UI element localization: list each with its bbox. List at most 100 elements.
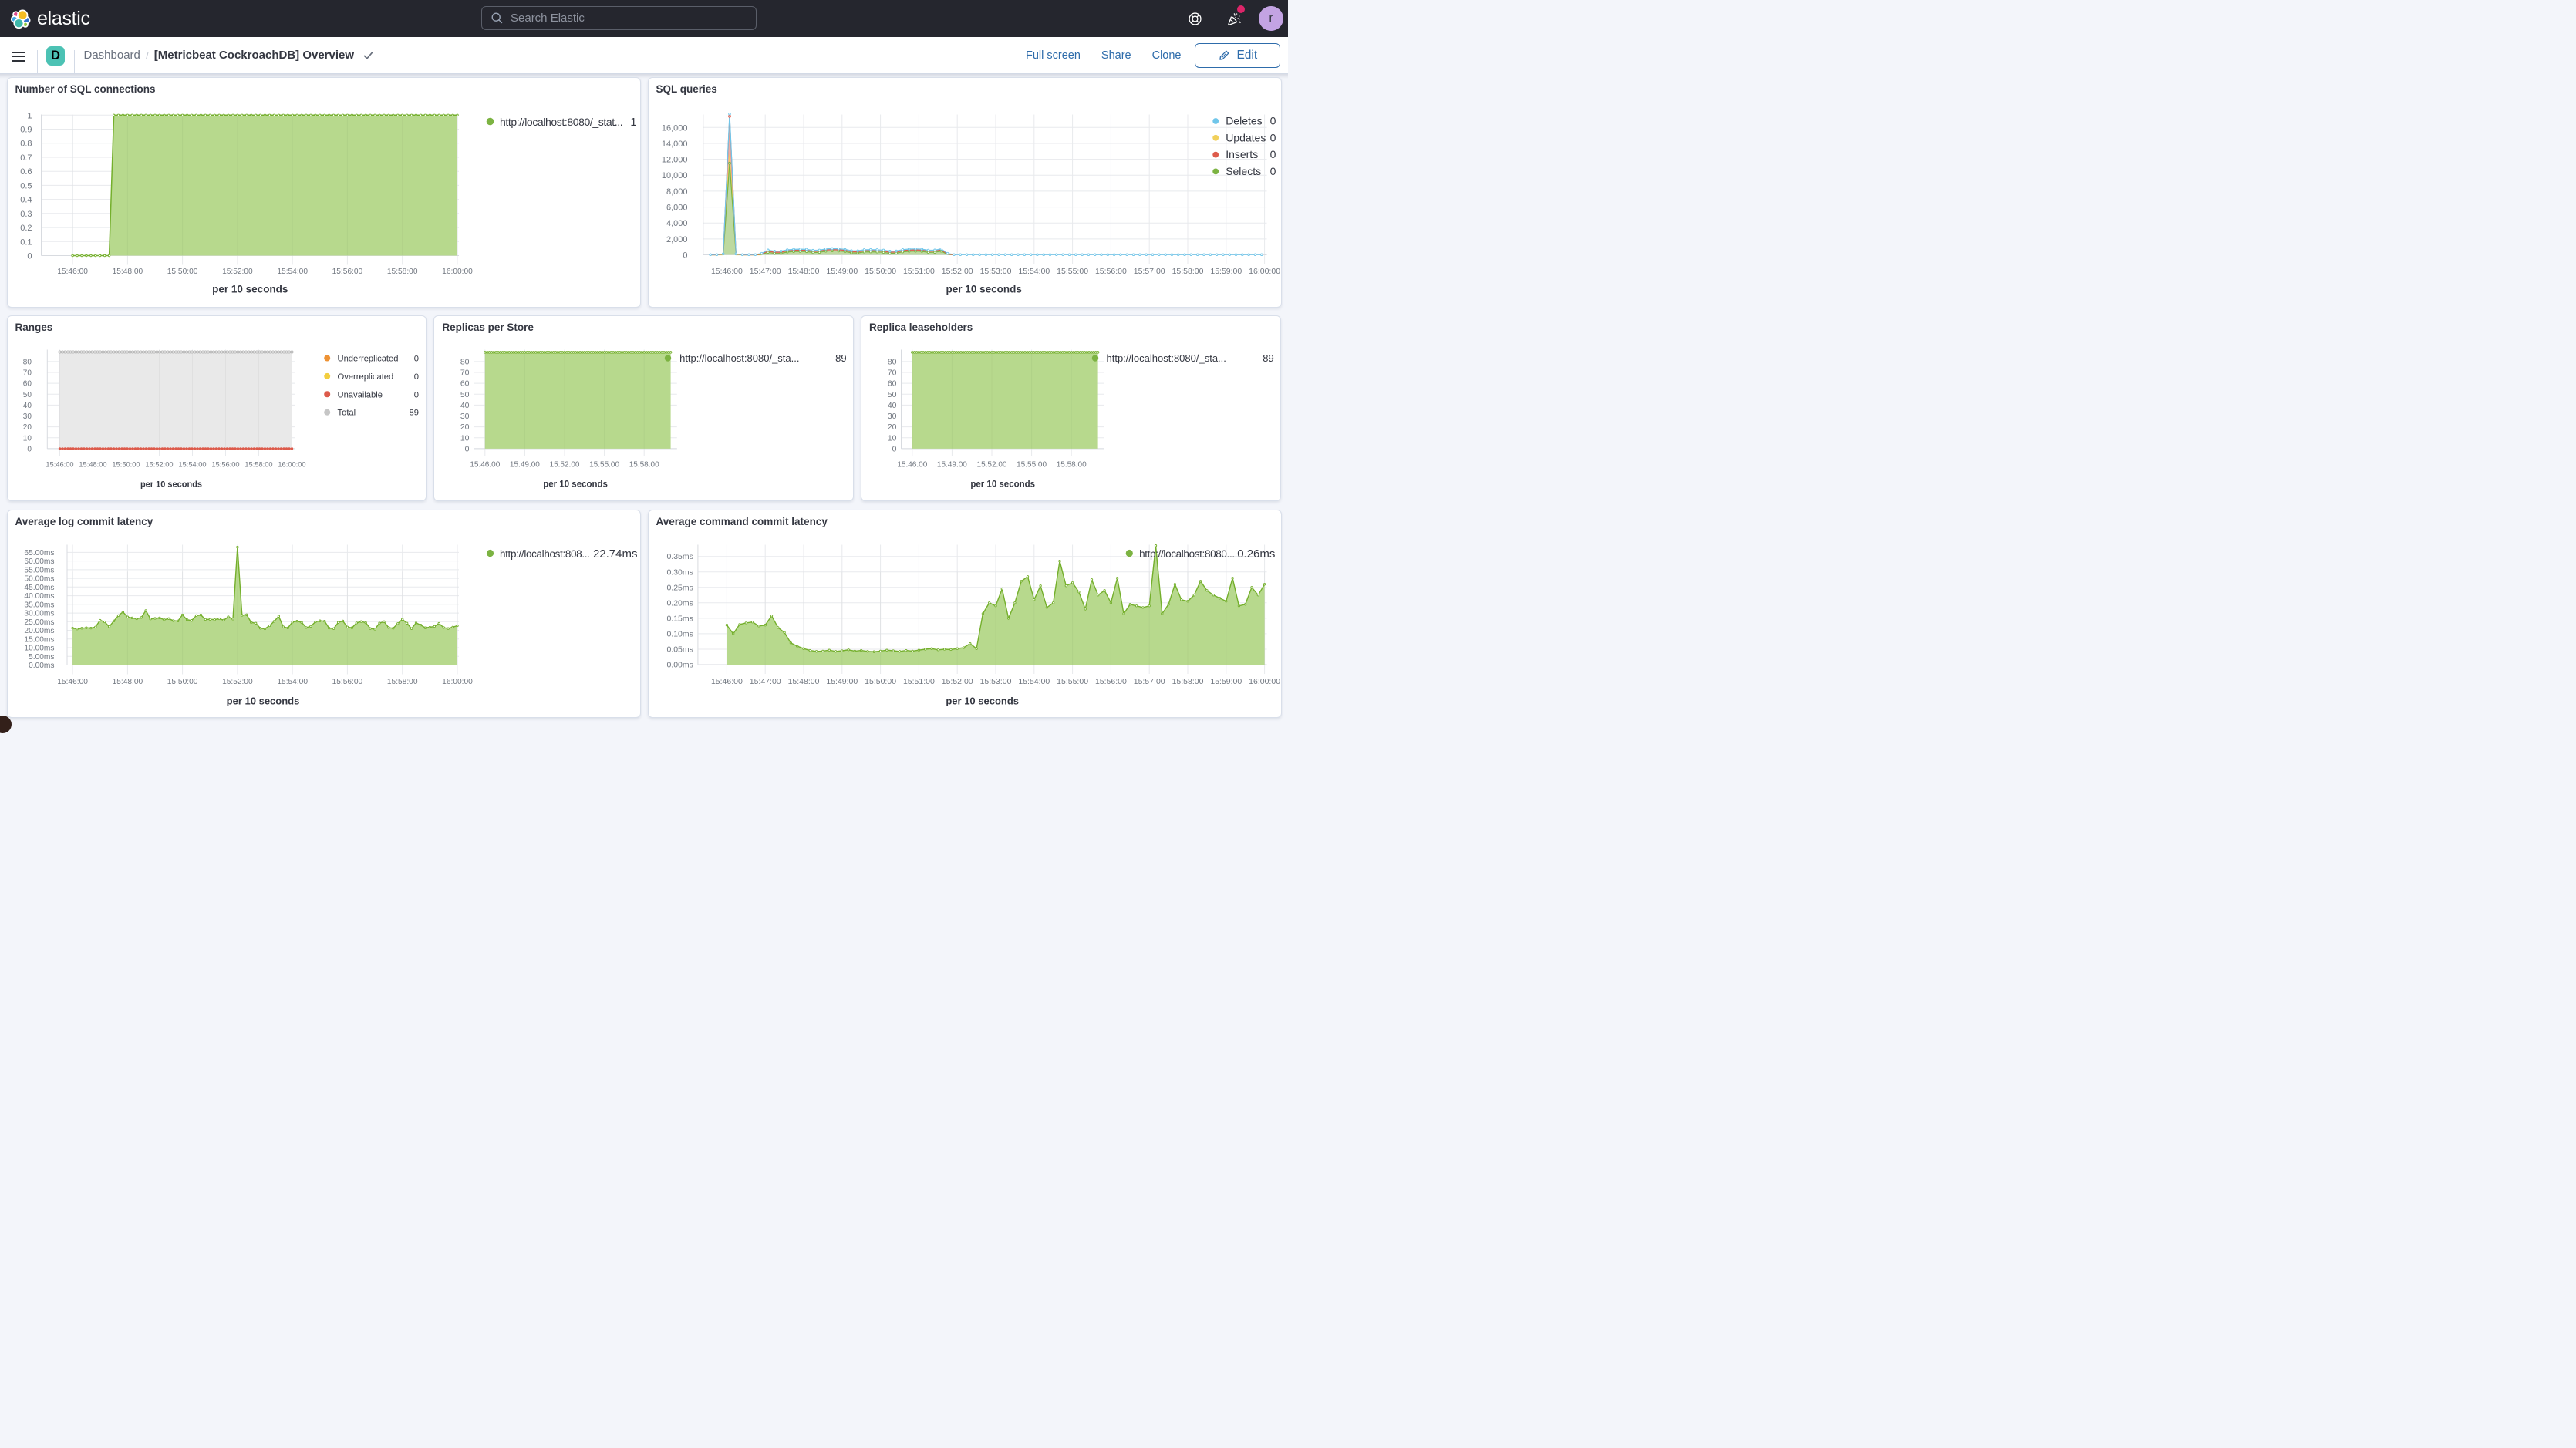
- svg-text:15:46:00: 15:46:00: [897, 460, 927, 469]
- svg-text:0.25ms: 0.25ms: [666, 583, 693, 592]
- svg-text:15:48:00: 15:48:00: [112, 678, 143, 686]
- svg-text:per 10 seconds: per 10 seconds: [140, 480, 201, 489]
- svg-text:0: 0: [1269, 148, 1276, 160]
- svg-text:0.15ms: 0.15ms: [666, 614, 693, 623]
- svg-text:15:53:00: 15:53:00: [979, 267, 1011, 276]
- svg-text:15:56:00: 15:56:00: [1094, 267, 1126, 276]
- svg-text:15:46:00: 15:46:00: [470, 460, 501, 469]
- svg-text:15:47:00: 15:47:00: [749, 267, 781, 276]
- svg-text:0.3: 0.3: [20, 209, 32, 218]
- svg-text:0.00ms: 0.00ms: [666, 660, 693, 669]
- svg-text:Selects: Selects: [1226, 164, 1261, 177]
- svg-text:89: 89: [836, 352, 847, 364]
- svg-text:15:52:00: 15:52:00: [145, 460, 173, 468]
- svg-text:per 10 seconds: per 10 seconds: [946, 283, 1021, 295]
- svg-text:15:46:00: 15:46:00: [57, 678, 88, 686]
- svg-text:http://localhost:8080/_sta...: http://localhost:8080/_sta...: [679, 352, 799, 364]
- svg-text:0.7: 0.7: [20, 153, 32, 163]
- svg-text:15:46:00: 15:46:00: [57, 268, 88, 276]
- svg-text:Overreplicated: Overreplicated: [337, 372, 393, 381]
- svg-text:Total: Total: [337, 408, 356, 417]
- svg-text:45.00ms: 45.00ms: [24, 583, 54, 591]
- svg-text:0.6: 0.6: [20, 167, 32, 177]
- svg-text:89: 89: [409, 408, 418, 417]
- svg-text:60: 60: [460, 379, 470, 388]
- svg-text:50: 50: [22, 390, 32, 399]
- svg-text:30: 30: [460, 412, 470, 421]
- svg-text:16:00:00: 16:00:00: [442, 678, 473, 686]
- svg-text:0.9: 0.9: [20, 125, 32, 134]
- svg-text:15:56:00: 15:56:00: [1094, 677, 1126, 686]
- svg-text:15:50:00: 15:50:00: [167, 268, 197, 276]
- svg-text:0.2: 0.2: [20, 224, 32, 233]
- svg-text:50: 50: [888, 389, 897, 399]
- svg-text:30: 30: [22, 413, 32, 421]
- svg-text:0.1: 0.1: [20, 237, 32, 247]
- svg-text:per 10 seconds: per 10 seconds: [212, 283, 288, 295]
- svg-text:80: 80: [460, 357, 470, 366]
- svg-text:70: 70: [888, 368, 897, 377]
- svg-text:50: 50: [460, 389, 470, 399]
- svg-text:0: 0: [892, 444, 897, 453]
- svg-text:15:56:00: 15:56:00: [332, 268, 362, 276]
- svg-text:12,000: 12,000: [661, 155, 687, 164]
- svg-text:per 10 seconds: per 10 seconds: [970, 480, 1035, 489]
- svg-text:8,000: 8,000: [666, 187, 687, 196]
- svg-text:0: 0: [27, 251, 32, 261]
- svg-text:22.74ms: 22.74ms: [592, 547, 637, 561]
- svg-text:6,000: 6,000: [666, 203, 687, 212]
- svg-text:65.00ms: 65.00ms: [24, 548, 54, 557]
- svg-text:16:00:00: 16:00:00: [442, 268, 473, 276]
- svg-text:15.00ms: 15.00ms: [24, 635, 54, 644]
- svg-text:Deletes: Deletes: [1226, 114, 1262, 126]
- svg-text:15:52:00: 15:52:00: [550, 460, 580, 469]
- svg-text:15:52:00: 15:52:00: [941, 677, 973, 686]
- svg-text:0.8: 0.8: [20, 139, 32, 148]
- svg-text:15:50:00: 15:50:00: [865, 677, 896, 686]
- svg-text:0.5: 0.5: [20, 181, 32, 190]
- svg-text:0.10ms: 0.10ms: [666, 629, 693, 638]
- svg-text:15:50:00: 15:50:00: [167, 678, 197, 686]
- svg-text:15:59:00: 15:59:00: [1210, 677, 1242, 686]
- svg-text:0.35ms: 0.35ms: [666, 552, 693, 561]
- svg-text:40: 40: [22, 401, 32, 409]
- svg-text:15:56:00: 15:56:00: [211, 460, 239, 468]
- svg-text:0.05ms: 0.05ms: [666, 645, 693, 654]
- svg-text:1: 1: [630, 116, 636, 129]
- svg-text:0.30ms: 0.30ms: [666, 567, 693, 577]
- svg-text:0: 0: [1269, 164, 1276, 177]
- svg-text:15:58:00: 15:58:00: [1057, 460, 1087, 469]
- svg-text:15:51:00: 15:51:00: [902, 677, 934, 686]
- svg-text:0: 0: [683, 251, 687, 260]
- svg-text:30: 30: [888, 412, 897, 421]
- svg-text:0: 0: [1269, 131, 1276, 143]
- svg-text:15:50:00: 15:50:00: [865, 267, 896, 276]
- svg-text:35.00ms: 35.00ms: [24, 601, 54, 609]
- svg-text:15:52:00: 15:52:00: [977, 460, 1007, 469]
- svg-text:40: 40: [460, 400, 470, 409]
- svg-text:15:46:00: 15:46:00: [710, 267, 742, 276]
- svg-text:15:54:00: 15:54:00: [1018, 267, 1050, 276]
- svg-text:15:58:00: 15:58:00: [244, 460, 272, 468]
- svg-text:15:53:00: 15:53:00: [979, 677, 1011, 686]
- svg-text:15:49:00: 15:49:00: [826, 267, 858, 276]
- svg-text:15:57:00: 15:57:00: [1133, 677, 1165, 686]
- svg-text:0.26ms: 0.26ms: [1237, 547, 1275, 561]
- svg-text:15:58:00: 15:58:00: [386, 678, 417, 686]
- svg-text:15:49:00: 15:49:00: [937, 460, 967, 469]
- svg-text:15:48:00: 15:48:00: [787, 267, 819, 276]
- svg-text:55.00ms: 55.00ms: [24, 566, 54, 574]
- svg-text:http://localhost:808...: http://localhost:808...: [500, 548, 590, 560]
- svg-text:80: 80: [22, 358, 32, 366]
- svg-text:Inserts: Inserts: [1226, 148, 1258, 160]
- svg-text:0: 0: [1269, 114, 1276, 126]
- svg-text:15:55:00: 15:55:00: [590, 460, 620, 469]
- svg-text:20: 20: [460, 423, 470, 432]
- svg-text:1: 1: [27, 111, 32, 120]
- svg-text:15:54:00: 15:54:00: [1018, 677, 1050, 686]
- svg-text:15:50:00: 15:50:00: [112, 460, 140, 468]
- svg-text:0: 0: [465, 444, 470, 453]
- svg-text:15:49:00: 15:49:00: [510, 460, 540, 469]
- svg-text:per 10 seconds: per 10 seconds: [544, 480, 609, 489]
- svg-text:15:54:00: 15:54:00: [277, 268, 308, 276]
